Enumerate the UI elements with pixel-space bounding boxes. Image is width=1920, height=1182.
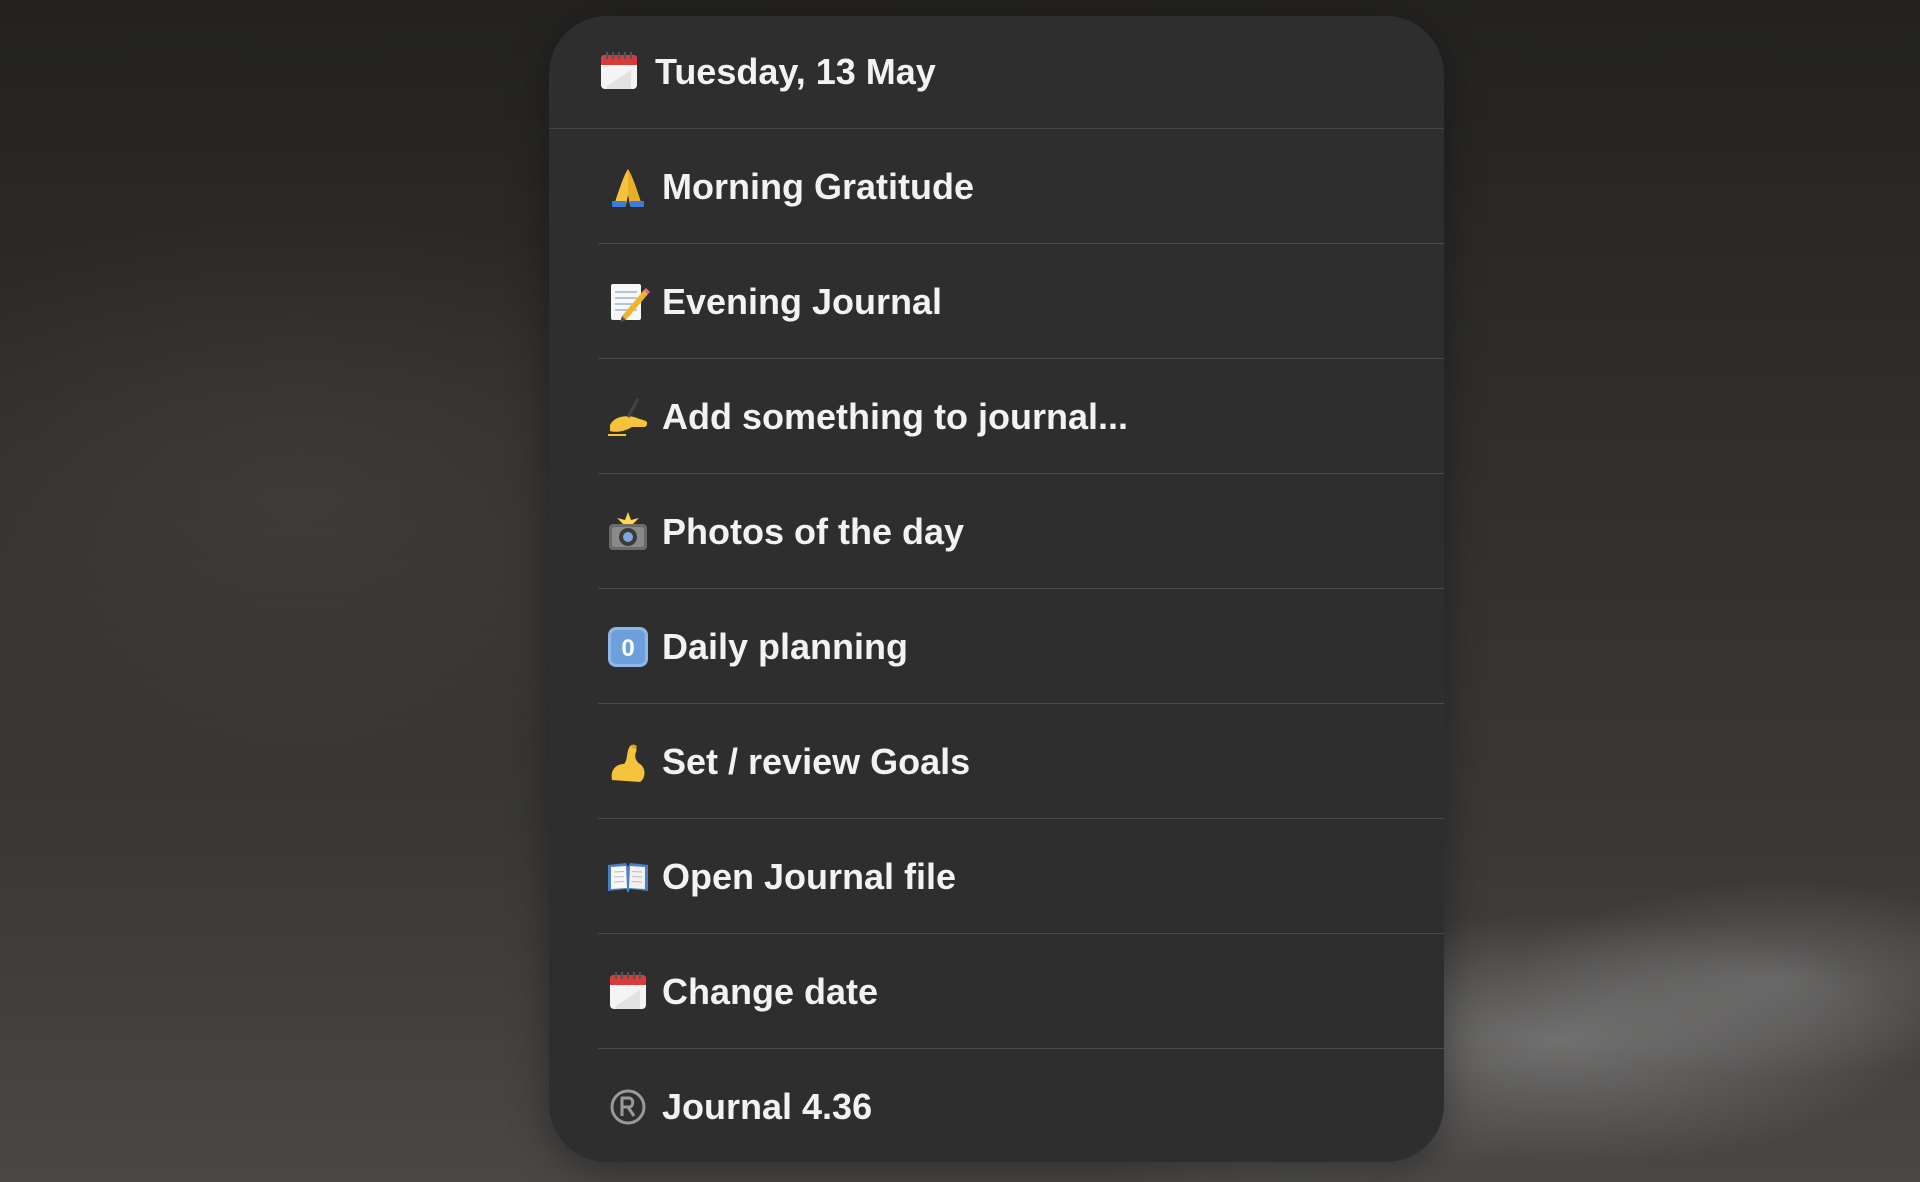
menu-item-goals[interactable]: Set / review Goals bbox=[549, 704, 1444, 819]
menu-item-photos-of-the-day[interactable]: Photos of the day bbox=[549, 474, 1444, 589]
journal-menu: Tuesday, 13 May Morning Gratitude Evenin… bbox=[549, 16, 1444, 1162]
menu-item-label: Journal 4.36 bbox=[662, 1085, 873, 1127]
flexed-biceps-icon bbox=[606, 740, 650, 784]
menu-item-label: Morning Gratitude bbox=[662, 165, 974, 207]
menu-item-label: Change date bbox=[662, 970, 879, 1012]
menu-item-label: Open Journal file bbox=[662, 855, 957, 897]
keycap-zero-icon: 0 bbox=[606, 625, 650, 669]
menu-item-daily-planning[interactable]: 0 Daily planning bbox=[549, 589, 1444, 704]
menu-item-open-journal-file[interactable]: Open Journal file bbox=[549, 819, 1444, 934]
open-book-icon bbox=[606, 855, 650, 899]
memo-icon bbox=[606, 280, 650, 324]
current-date-label: Tuesday, 13 May bbox=[655, 51, 936, 92]
menu-item-label: Set / review Goals bbox=[662, 740, 971, 782]
menu-header-date: Tuesday, 13 May bbox=[549, 16, 1444, 129]
keycap-digit: 0 bbox=[621, 635, 634, 662]
calendar-icon bbox=[606, 970, 650, 1014]
camera-flash-icon bbox=[606, 510, 650, 554]
menu-item-change-date[interactable]: Change date bbox=[549, 934, 1444, 1049]
menu-item-label: Evening Journal bbox=[662, 280, 943, 322]
menu-item-morning-gratitude[interactable]: Morning Gratitude bbox=[549, 129, 1444, 244]
writing-hand-icon bbox=[606, 395, 650, 439]
calendar-icon bbox=[597, 50, 641, 94]
menu-item-add-to-journal[interactable]: Add something to journal... bbox=[549, 359, 1444, 474]
menu-item-label: Add something to journal... bbox=[662, 395, 1128, 437]
menu-item-app-version[interactable]: Journal 4.36 bbox=[549, 1049, 1444, 1162]
registered-icon bbox=[606, 1085, 650, 1129]
folded-hands-icon bbox=[606, 165, 650, 209]
menu-item-label: Daily planning bbox=[662, 625, 909, 667]
menu-item-label: Photos of the day bbox=[662, 510, 965, 552]
menu-item-evening-journal[interactable]: Evening Journal bbox=[549, 244, 1444, 359]
